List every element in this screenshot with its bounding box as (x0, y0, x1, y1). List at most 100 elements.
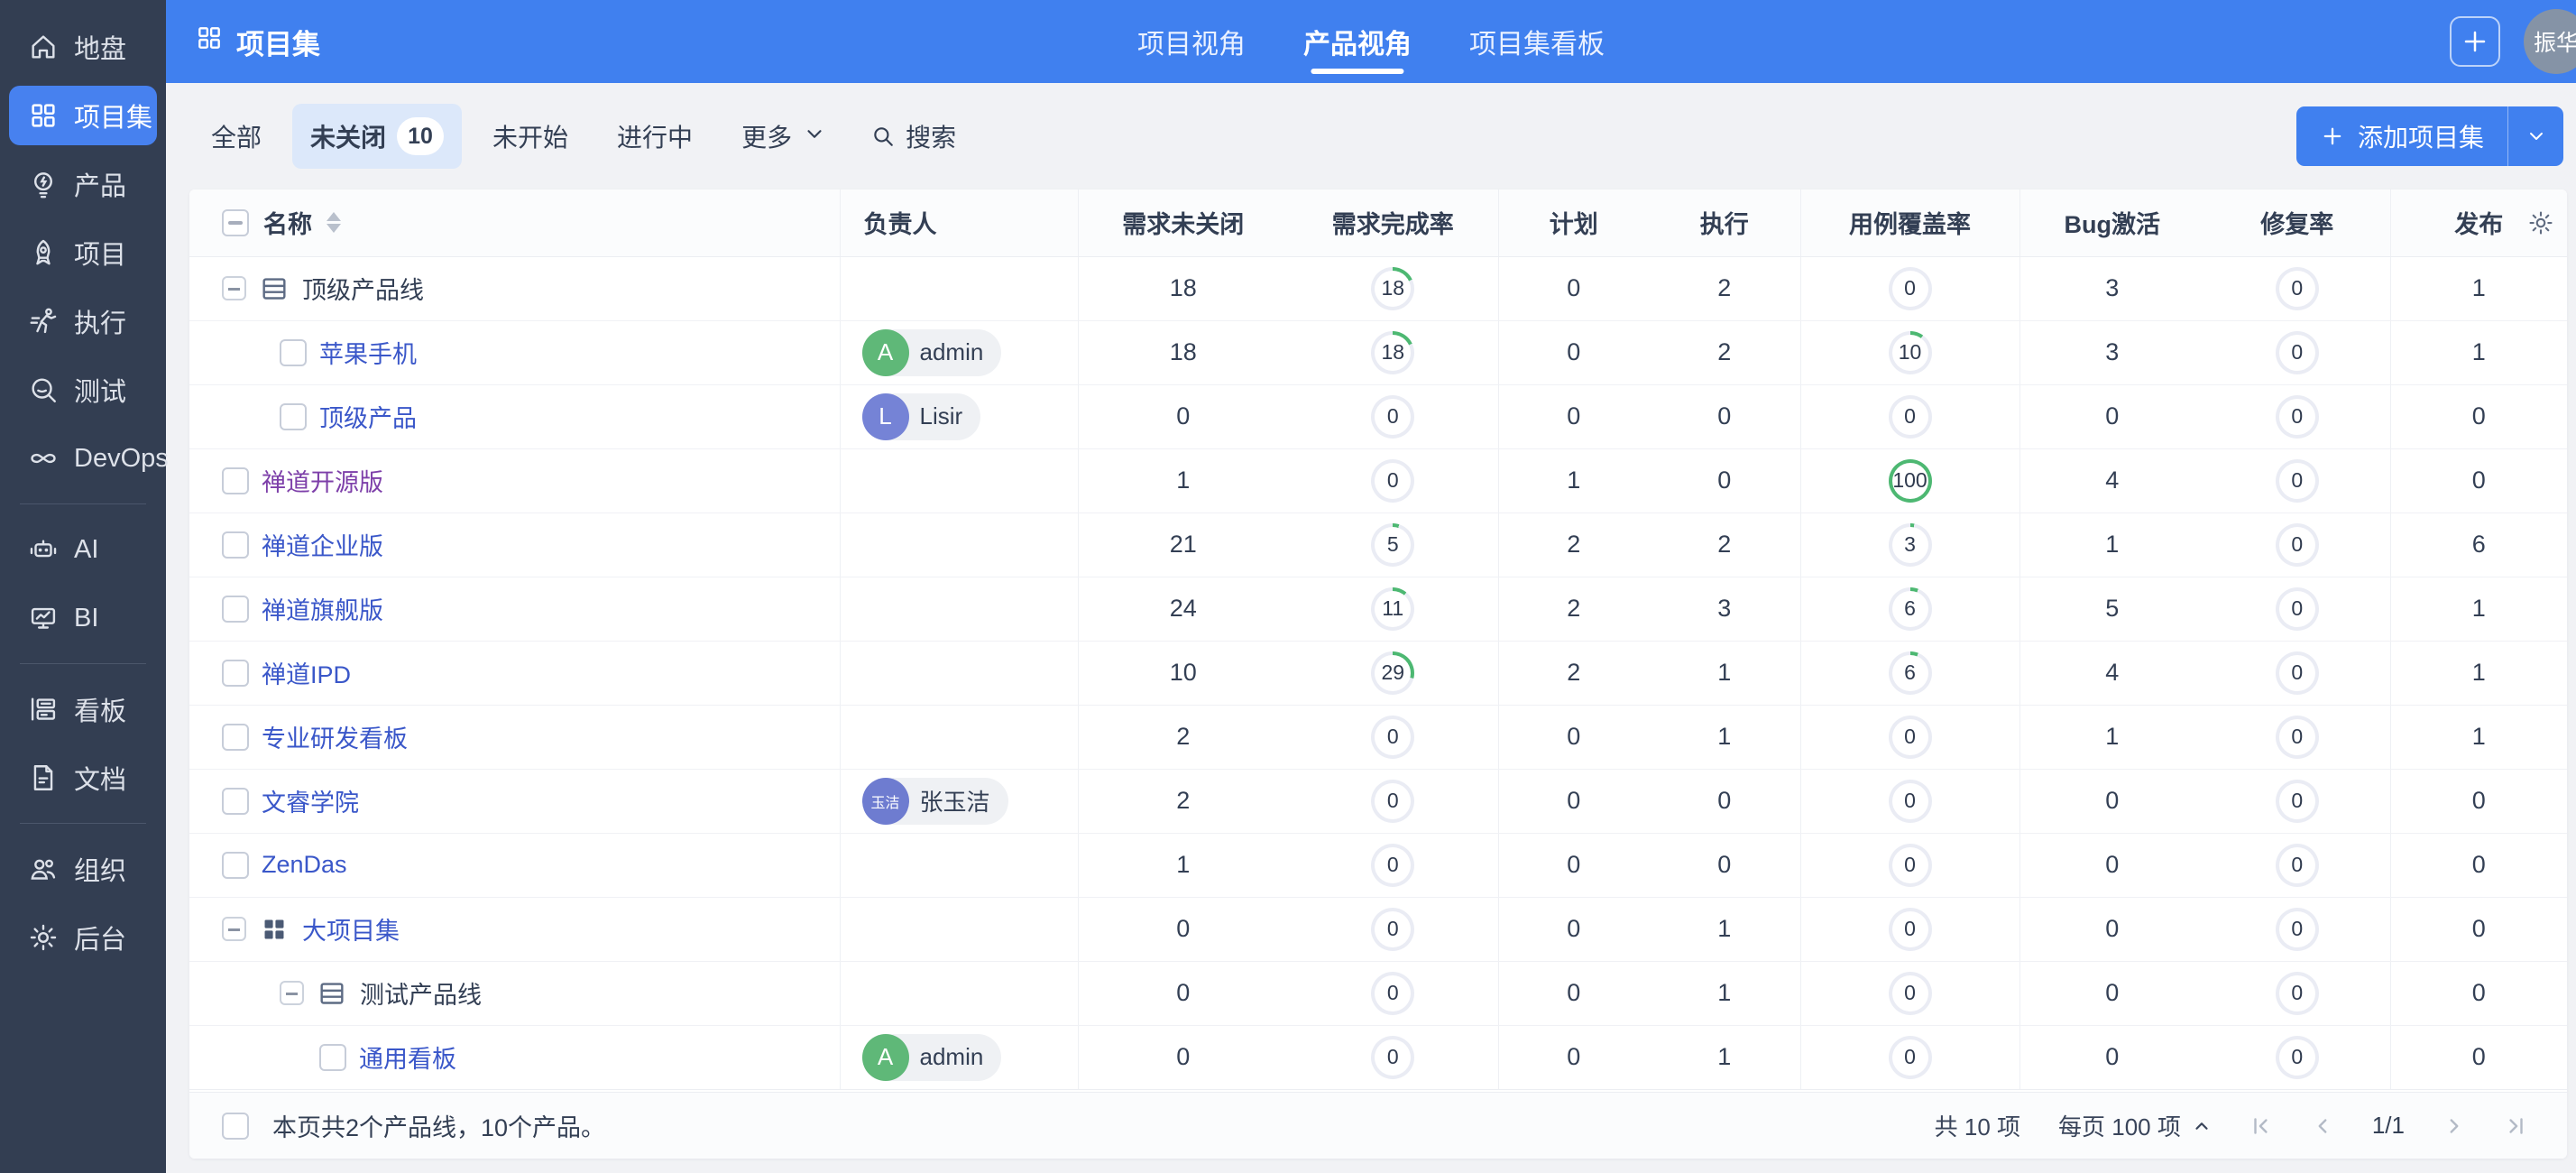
tab-product-view[interactable]: 产品视角 (1303, 0, 1412, 83)
done-ring: 0 (1371, 459, 1414, 503)
row-name[interactable]: 大项目集 (302, 911, 400, 947)
sidebar-item-product[interactable]: 产品 (9, 154, 157, 214)
page-indicator: 1/1 (2372, 1112, 2405, 1140)
cell-exec: 0 (1649, 769, 1800, 833)
owner-avatar: 玉洁 (862, 778, 909, 825)
filter-more[interactable]: 更多 (723, 105, 844, 168)
create-button[interactable] (2450, 16, 2500, 67)
first-page-button[interactable] (2249, 1114, 2273, 1138)
page-title-group: 项目集 (195, 22, 320, 62)
next-page-button[interactable] (2443, 1114, 2466, 1138)
row-checkbox[interactable] (222, 660, 249, 687)
prev-page-button[interactable] (2311, 1114, 2334, 1138)
cell-value: 3 (1717, 595, 1731, 622)
column-header-plan[interactable]: 计划 (1498, 189, 1649, 256)
sort-icon[interactable] (327, 212, 341, 233)
row-checkbox[interactable] (222, 596, 249, 623)
row-name[interactable]: 文睿学院 (262, 783, 359, 818)
sidebar-item-bi[interactable]: BI (9, 588, 157, 648)
select-all-checkbox[interactable] (222, 209, 249, 236)
row-checkbox[interactable] (222, 531, 249, 559)
cell-fix: 0 (2204, 641, 2390, 705)
sidebar-item-doc[interactable]: 文档 (9, 748, 157, 808)
sidebar-item-qa[interactable]: 测试 (9, 360, 157, 420)
row-checkbox[interactable] (222, 852, 249, 879)
sidebar-item-dipan[interactable]: 地盘 (9, 17, 157, 77)
fix-ring: 0 (2276, 908, 2319, 951)
column-header-label: 负责人 (841, 211, 937, 238)
row-checkbox[interactable] (319, 1044, 346, 1071)
table-row: 禅道IPD1029216401 (189, 641, 2567, 705)
row-checkbox[interactable] (222, 788, 249, 815)
sidebar-item-execution[interactable]: 执行 (9, 291, 157, 351)
row-checkbox[interactable] (222, 467, 249, 494)
per-page-selector[interactable]: 每页 100 项 (2058, 1109, 2212, 1142)
cell-value: 0 (1717, 787, 1731, 814)
filter-doing[interactable]: 进行中 (599, 105, 711, 168)
row-checkbox[interactable] (280, 339, 307, 366)
owner-chip[interactable]: Aadmin (862, 329, 1002, 376)
sidebar-item-kanban[interactable]: 看板 (9, 679, 157, 739)
cell-value: 1 (2472, 338, 2486, 365)
column-header-unclosed[interactable]: 需求未关闭 (1078, 189, 1288, 256)
sidebar-divider (20, 503, 146, 504)
row-name[interactable]: 禅道开源版 (262, 463, 383, 498)
footer-select-all-checkbox[interactable] (222, 1113, 249, 1140)
row-name[interactable]: 苹果手机 (319, 335, 417, 370)
owner-chip[interactable]: 玉洁张玉洁 (862, 778, 1008, 825)
row-name[interactable]: 顶级产品 (319, 399, 417, 434)
sidebar-item-program[interactable]: 项目集 (9, 86, 157, 145)
search-button[interactable]: 搜索 (859, 105, 969, 168)
cell-value: 6 (2472, 531, 2486, 558)
cell-value: 18 (1170, 338, 1197, 365)
column-header-done[interactable]: 需求完成率 (1288, 189, 1498, 256)
filter-label: 未开始 (492, 118, 568, 154)
filter-wait[interactable]: 未开始 (474, 105, 586, 168)
row-checkbox[interactable] (222, 724, 249, 751)
owner-chip[interactable]: Aadmin (862, 1034, 1002, 1081)
cell-value: 21 (1170, 531, 1197, 558)
fix-value: 0 (2279, 271, 2315, 307)
column-header-bug[interactable]: Bug激活 (2019, 189, 2204, 256)
table-row: 大项目集00010000 (189, 897, 2567, 961)
row-name[interactable]: 禅道旗舰版 (262, 591, 383, 626)
collapse-toggle[interactable] (222, 917, 246, 941)
column-header-fix[interactable]: 修复率 (2204, 189, 2390, 256)
column-header-exec[interactable]: 执行 (1649, 189, 1800, 256)
fix-value: 0 (2279, 399, 2315, 435)
sidebar-item-ai[interactable]: AI (9, 520, 157, 579)
row-name[interactable]: 专业研发看板 (262, 719, 408, 754)
avatar[interactable]: 振华 (2524, 9, 2576, 74)
fix-value: 0 (2279, 1039, 2315, 1076)
table-row: ZenDas10000000 (189, 833, 2567, 897)
row-checkbox[interactable] (280, 403, 307, 430)
add-program-caret[interactable] (2507, 106, 2563, 166)
sidebar-item-org[interactable]: 组织 (9, 839, 157, 899)
row-name[interactable]: 禅道企业版 (262, 527, 383, 562)
filter-unclosed[interactable]: 未关闭10 (292, 104, 462, 169)
cell-value: 0 (2105, 1043, 2119, 1070)
sidebar-item-admin[interactable]: 后台 (9, 908, 157, 967)
collapse-toggle[interactable] (280, 981, 304, 1005)
column-header-rel[interactable]: 发布 (2390, 189, 2567, 256)
owner-chip[interactable]: LLisir (862, 393, 981, 440)
tab-project-view[interactable]: 项目视角 (1137, 0, 1246, 83)
filter-all[interactable]: 全部 (193, 105, 280, 168)
row-name[interactable]: 通用看板 (359, 1039, 456, 1075)
last-page-button[interactable] (2504, 1114, 2527, 1138)
sidebar-item-project[interactable]: 项目 (9, 223, 157, 282)
add-program-button[interactable]: 添加项目集 (2296, 106, 2507, 166)
table-settings-gear-icon[interactable] (2527, 209, 2554, 236)
cell-fix: 0 (2204, 833, 2390, 897)
column-header-name[interactable]: 名称 (189, 189, 840, 256)
fix-ring: 0 (2276, 331, 2319, 374)
column-header-owner[interactable]: 负责人 (840, 189, 1078, 256)
collapse-toggle[interactable] (222, 276, 246, 300)
row-name[interactable]: 禅道IPD (262, 655, 351, 690)
sidebar-item-devops[interactable]: DevOps (9, 429, 157, 488)
cell-value: 0 (1567, 723, 1580, 750)
cell-value: 0 (1567, 338, 1580, 365)
column-header-cov[interactable]: 用例覆盖率 (1800, 189, 2019, 256)
row-name[interactable]: ZenDas (262, 851, 347, 879)
tab-program-kanban[interactable]: 项目集看板 (1469, 0, 1605, 83)
